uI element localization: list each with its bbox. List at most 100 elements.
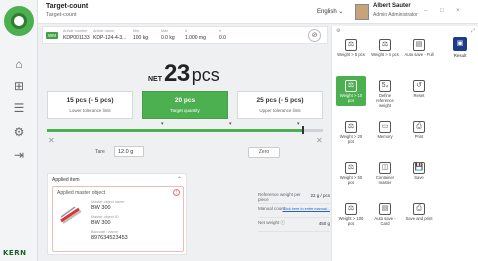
container-master-button[interactable]: ◫ Container master <box>370 158 400 188</box>
master-object-name: Master object name BW 300 <box>91 200 125 211</box>
tare-label: Tare <box>95 149 105 155</box>
tile-label: Memory <box>377 134 393 139</box>
info-field: Article name KDP-124-4-3... <box>93 29 127 41</box>
close-icon[interactable]: × <box>456 8 460 14</box>
settings-icon[interactable]: ⚙ <box>11 124 27 140</box>
progress-fill <box>47 129 304 132</box>
weight-unit: pcs <box>191 65 220 85</box>
left-rail: ⌂ ⊞ ☰ ⚙ ⇥ KERN <box>0 0 38 261</box>
user-name: Albert Sauter <box>373 3 411 9</box>
applied-item-title: Applied item <box>52 177 80 183</box>
weight-20-button[interactable]: ⚖ Weight > 20 pcs <box>336 117 366 147</box>
result-icon: ▣ <box>453 37 467 51</box>
table-row: Net weight ⓘ 450 g <box>258 218 330 232</box>
tile-icon: ⚖ <box>345 162 357 174</box>
card-title: Applied master object <box>57 190 106 196</box>
article-info-strip: WM Article number KDP001133 Article name K… <box>42 26 328 44</box>
maximize-icon[interactable]: □ <box>440 8 444 14</box>
weight-display: NET 23 pcs <box>148 60 220 88</box>
tile-icon: ▤ <box>379 203 391 215</box>
scan-icon[interactable]: ⊘ <box>308 29 321 42</box>
save-button[interactable]: 💾 Save <box>404 158 434 188</box>
lower-tolerance-box: 15 pcs (- 5 pcs) Lower tolerance limit <box>47 91 133 119</box>
page-subtitle: Target-count <box>46 12 77 18</box>
auto-save-full-button[interactable]: ▤ Auto save - Full <box>404 35 434 65</box>
net-label: NET <box>148 76 162 83</box>
collapse-left-icon[interactable]: ✕ <box>48 136 55 145</box>
panel-settings-icon[interactable]: ⚙ <box>336 28 340 34</box>
tile-icon: ◫ <box>379 162 391 174</box>
language-selector[interactable]: English ⌄ <box>317 8 343 15</box>
define-reference-button[interactable]: 5₄ Define reference weight <box>370 76 400 108</box>
target-tick: ▾ <box>229 121 232 127</box>
tile-icon: 5₄ <box>379 80 391 92</box>
tile-icon: ⎙ <box>413 203 425 215</box>
memory-button[interactable]: ▭ Memory <box>370 117 400 147</box>
weight-n-button[interactable]: ⚖ Weight > n pcs <box>370 35 400 65</box>
chevron-down-icon: ⌄ <box>338 9 344 15</box>
tile-icon: ▤ <box>413 39 425 51</box>
tile-label: Save <box>414 175 424 180</box>
info-field: e 0.0 <box>219 29 226 41</box>
app-logo[interactable] <box>4 6 34 36</box>
action-panel: ⚙ ⤢ ▣ Result ⚖ Weight > 5 pcs ⚖ Weight > n … <box>331 26 478 261</box>
tile-icon: ⎙ <box>413 121 425 133</box>
tile-label: Weight > 50 pcs <box>339 175 363 185</box>
tile-label: Reset <box>413 93 425 98</box>
collapse-right-icon[interactable]: ✕ <box>316 136 323 145</box>
list-icon[interactable]: ☰ <box>11 100 27 116</box>
master-object-id: Master object ID BW 300 <box>91 215 119 226</box>
progress-bar <box>47 129 323 132</box>
info-table: Reference weight per piece 22 g / pcs Ma… <box>258 190 330 232</box>
tile-label: Weight > 10 pcs <box>339 93 363 103</box>
warning-icon: ! <box>173 189 180 196</box>
weight-50-button[interactable]: ⚖ Weight > 50 pcs <box>336 158 366 188</box>
info-field: Min 100 kg <box>133 29 149 41</box>
header-bar: Target-count Target-count English ⌄ Albe… <box>38 0 478 24</box>
tile-label: Weight > 5 pcs <box>337 52 365 57</box>
applied-object-card[interactable]: Applied master object ! Master object na… <box>52 186 184 252</box>
table-row: Reference weight per piece 22 g / pcs <box>258 192 330 204</box>
weight-5-button[interactable]: ⚖ Weight > 5 pcs <box>336 35 366 65</box>
auto-save-card-button[interactable]: ▤ Auto save - Card <box>370 199 400 229</box>
item-image-icon <box>60 206 82 224</box>
upper-tolerance-box: 25 pcs (- 5 pcs) Upper tolerance limit <box>237 91 323 119</box>
save-and-print-button[interactable]: ⎙ Save and print <box>404 199 434 229</box>
tare-input[interactable]: 12.0 g <box>114 146 144 157</box>
zero-button[interactable]: Zero <box>248 147 280 158</box>
reset-button[interactable]: ↺ Reset <box>404 76 434 106</box>
app-window: ⌂ ⊞ ☰ ⚙ ⇥ KERN Target-count Target-count… <box>0 0 478 261</box>
tile-label: Container master <box>375 175 395 185</box>
table-row: Manual count Click here to enter manual.… <box>258 204 330 218</box>
weight-100-button[interactable]: ⚖ Weight > 100 pcs <box>336 199 366 229</box>
tile-label: Weight > 20 pcs <box>339 134 363 144</box>
panel-expand-icon[interactable]: ⤢ <box>471 28 475 34</box>
tile-label: Auto save - Full <box>404 52 434 57</box>
logout-icon[interactable]: ⇥ <box>11 147 27 163</box>
status-badge: WM <box>46 32 58 39</box>
tile-label: Weight > n pcs <box>371 52 399 57</box>
chevron-up-icon[interactable]: ⌃ <box>177 176 182 183</box>
result-button[interactable]: ▣ Result <box>445 35 475 65</box>
tile-label: Print <box>414 134 424 139</box>
home-icon[interactable]: ⌂ <box>11 56 27 72</box>
tile-icon: ⚖ <box>345 80 357 92</box>
tile-icon: ⚖ <box>345 39 357 51</box>
tile-icon: 💾 <box>413 162 425 174</box>
print-button[interactable]: ⎙ Print <box>404 117 434 147</box>
tile-icon: ↺ <box>413 80 425 92</box>
kern-logo: KERN <box>3 249 27 257</box>
avatar[interactable] <box>355 4 369 20</box>
tile-icon: ⚖ <box>345 203 357 215</box>
weight-value: 23 <box>164 60 190 87</box>
weight-10-button[interactable]: ⚖ Weight > 10 pcs <box>336 76 366 106</box>
minimize-icon[interactable]: – <box>424 8 427 14</box>
manual-count-link[interactable]: Click here to enter manual... <box>283 207 330 211</box>
tile-label: Save and print <box>405 216 433 221</box>
tile-icon: ⚖ <box>379 39 391 51</box>
user-role: Admin Administrator <box>373 12 418 18</box>
info-field: Max 0.0 kg <box>161 29 175 41</box>
apps-grid-icon[interactable]: ⊞ <box>11 78 27 94</box>
barcode: Barcode / name 897634523453 <box>91 230 128 241</box>
tile-label: Auto save - Card <box>374 216 396 226</box>
